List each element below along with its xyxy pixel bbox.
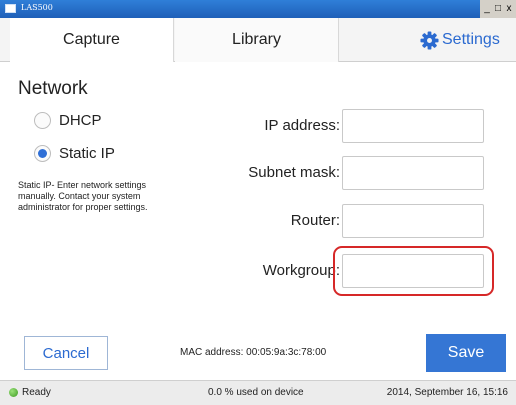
router-input[interactable] bbox=[342, 204, 484, 238]
tab-bar: Capture Library Settings bbox=[0, 18, 516, 62]
save-button[interactable]: Save bbox=[426, 334, 506, 372]
static-ip-help-text: Static IP- Enter network settings manual… bbox=[18, 180, 148, 212]
window-titlebar: LAS500 _ □ x bbox=[0, 0, 516, 18]
close-button[interactable]: x bbox=[505, 3, 513, 15]
ip-address-input[interactable] bbox=[342, 109, 484, 143]
status-bar: Ready 0.0 % used on device 2014, Septemb… bbox=[0, 380, 516, 405]
cancel-button[interactable]: Cancel bbox=[24, 336, 108, 370]
tab-capture[interactable]: Capture bbox=[10, 18, 174, 62]
window-title: LAS500 bbox=[21, 3, 53, 12]
router-label: Router: bbox=[290, 212, 340, 229]
tab-settings[interactable]: Settings bbox=[420, 18, 510, 62]
network-title: Network bbox=[18, 78, 88, 99]
maximize-button[interactable]: □ bbox=[494, 3, 502, 15]
mac-address: MAC address: 00:05:9a:3c:78:00 bbox=[180, 347, 327, 358]
workgroup-highlight-outline bbox=[333, 246, 494, 296]
dhcp-option[interactable]: DHCP bbox=[34, 112, 102, 129]
status-ready-label: Ready bbox=[22, 387, 51, 398]
minimize-button[interactable]: _ bbox=[483, 3, 491, 15]
static-ip-option[interactable]: Static IP bbox=[34, 145, 115, 162]
dhcp-label: DHCP bbox=[59, 112, 102, 129]
tab-library[interactable]: Library bbox=[175, 18, 339, 62]
status-datetime: 2014, September 16, 15:16 bbox=[386, 387, 508, 398]
dhcp-radio[interactable] bbox=[34, 112, 51, 129]
ip-address-label: IP address: bbox=[264, 117, 340, 134]
gear-icon bbox=[420, 30, 439, 50]
static-ip-label: Static IP bbox=[59, 145, 115, 162]
tab-settings-label: Settings bbox=[442, 31, 500, 48]
subnet-mask-input[interactable] bbox=[342, 156, 484, 190]
ready-indicator-icon bbox=[9, 388, 18, 397]
window-controls: _ □ x bbox=[480, 0, 516, 18]
status-ready: Ready bbox=[9, 387, 51, 398]
static-ip-radio[interactable] bbox=[34, 145, 51, 162]
storage-usage: 0.0 % used on device bbox=[208, 387, 304, 398]
subnet-mask-label: Subnet mask: bbox=[248, 164, 340, 181]
workgroup-label: Workgroup: bbox=[262, 262, 340, 279]
app-icon bbox=[5, 4, 16, 13]
